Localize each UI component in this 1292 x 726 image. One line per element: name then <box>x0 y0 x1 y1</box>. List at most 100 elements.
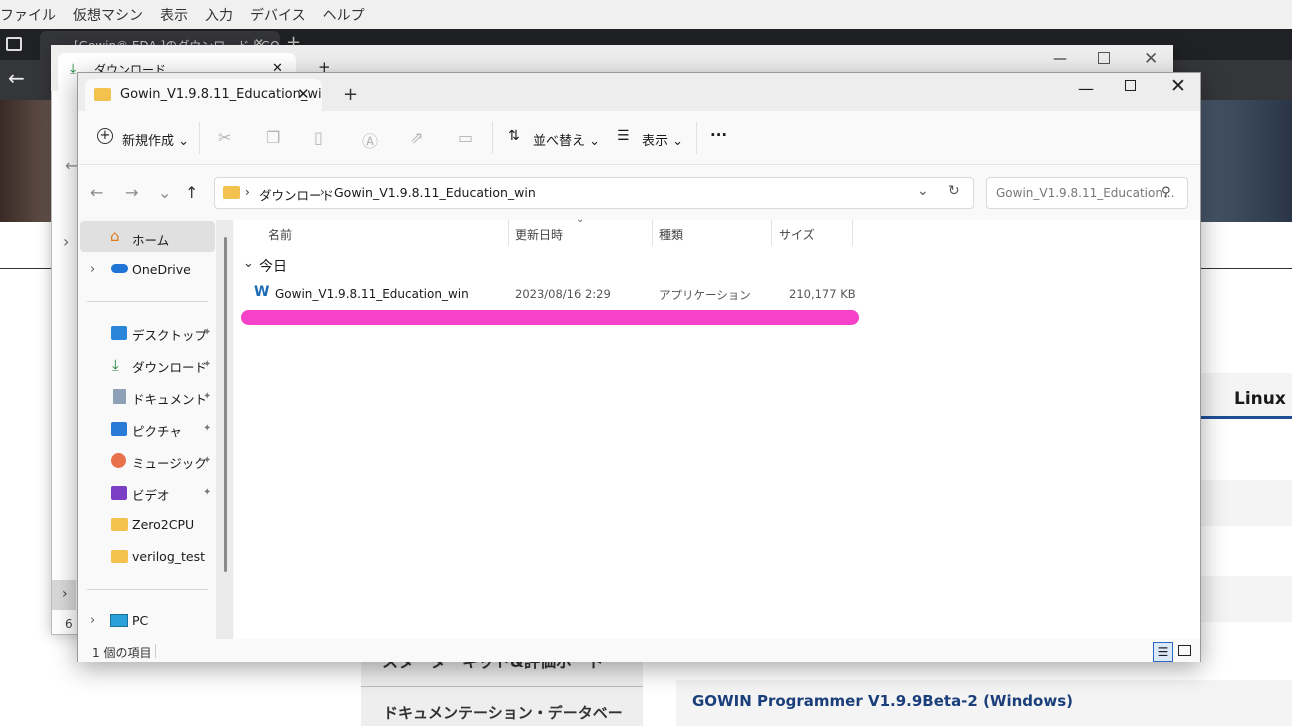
menu-file[interactable]: ファイル <box>0 5 56 25</box>
chevron-right-icon[interactable]: › <box>90 613 95 628</box>
recent-chevron-icon[interactable]: ⌄ <box>158 183 171 202</box>
column-header-size[interactable]: サイズ <box>779 226 815 243</box>
home-icon: ⌂ <box>110 227 120 245</box>
breadcrumb-item[interactable]: Gowin_V1.9.8.11_Education_win <box>334 185 536 200</box>
nav-item-downloads[interactable]: ダウンロード <box>132 357 207 376</box>
status-count: 6 <box>65 617 73 631</box>
chevron-right-icon[interactable]: › <box>245 185 250 199</box>
search-input[interactable]: Gowin_V1.9.8.11_Education... <box>986 177 1188 209</box>
minimize-button[interactable]: — <box>1053 51 1067 67</box>
view-icon: ☰ <box>617 128 630 144</box>
back-arrow-icon[interactable]: ← <box>90 183 103 202</box>
pin-icon: ✦ <box>203 455 212 466</box>
video-icon <box>111 486 127 500</box>
nav-item-selected[interactable]: › <box>52 580 76 610</box>
copy-icon[interactable]: ❐ <box>266 128 280 147</box>
table-row <box>1200 576 1292 622</box>
maximize-button[interactable] <box>1098 52 1110 64</box>
chevron-right-icon[interactable]: › <box>63 232 69 251</box>
menu-view[interactable]: 表示 <box>160 5 188 25</box>
close-button[interactable]: ✕ <box>1170 75 1186 97</box>
download-icon: ⤓ <box>112 356 119 374</box>
pin-icon: ✦ <box>203 359 212 370</box>
tab-actions-icon[interactable] <box>6 37 22 51</box>
scrollbar-thumb[interactable] <box>224 237 227 572</box>
folder-icon <box>111 550 128 563</box>
download-icon: ⤓ <box>70 61 77 77</box>
column-header-modified[interactable]: 更新日時 <box>515 226 563 243</box>
divider <box>361 686 643 687</box>
minimize-button[interactable]: — <box>1078 79 1094 98</box>
new-label: 新規作成 <box>122 134 175 149</box>
column-separator[interactable] <box>852 220 853 246</box>
back-arrow-icon[interactable]: ← <box>8 66 25 90</box>
desktop-icon <box>111 326 127 340</box>
refresh-icon[interactable]: ↻ <box>948 183 960 199</box>
file-modified: 2023/08/16 2:29 <box>515 287 611 301</box>
status-bar <box>78 639 1200 662</box>
file-name: Gowin_V1.9.8.11_Education_win <box>275 287 469 301</box>
divider <box>87 589 208 590</box>
tiles-view-button[interactable] <box>1178 645 1191 656</box>
maximize-button[interactable] <box>1125 80 1136 91</box>
search-icon: ⚲ <box>1161 185 1171 200</box>
close-button[interactable]: ✕ <box>1144 49 1158 69</box>
menu-input[interactable]: 入力 <box>205 5 233 25</box>
pin-icon: ✦ <box>203 391 212 402</box>
file-size: 210,177 KB <box>789 287 856 301</box>
programmer-download-link[interactable]: GOWIN Programmer V1.9.9Beta-2 (Windows) <box>692 692 1073 710</box>
nav-item-pc[interactable]: PC <box>132 613 148 628</box>
folder-icon <box>94 88 111 101</box>
nav-item-desktop[interactable]: デスクトップ <box>132 325 207 344</box>
column-separator[interactable] <box>508 220 509 246</box>
pin-icon: ✦ <box>203 487 212 498</box>
separator <box>199 122 200 154</box>
group-header[interactable]: 今日 <box>259 256 287 276</box>
group-chevron-icon[interactable]: ⌄ <box>243 256 254 271</box>
view-button[interactable]: 表示 ⌄ <box>642 130 683 149</box>
side-menu-item[interactable]: ドキュメンテーション・データベー <box>383 702 623 723</box>
cut-icon[interactable]: ✂ <box>218 128 231 147</box>
delete-icon[interactable]: ▭ <box>458 128 473 147</box>
cloud-icon <box>111 264 128 273</box>
up-arrow-icon[interactable]: ↑ <box>185 183 198 202</box>
nav-item-music[interactable]: ミュージック <box>132 453 207 472</box>
sort-button[interactable]: 並べ替え ⌄ <box>533 130 600 149</box>
nav-item-documents[interactable]: ドキュメント <box>132 389 207 408</box>
document-icon <box>113 389 126 404</box>
nav-label-home: ホーム <box>132 233 170 248</box>
pin-icon: ✦ <box>203 327 212 338</box>
nav-item-pictures[interactable]: ピクチャ <box>132 421 182 440</box>
new-button[interactable]: 新規作成 ⌄ <box>122 130 189 149</box>
paste-icon[interactable]: ▯ <box>314 128 323 147</box>
tab-linux[interactable]: Linux ソ <box>1200 373 1292 419</box>
folder-icon <box>223 186 240 199</box>
explorer-tab[interactable]: Gowin_V1.9.8.11_Education_win <box>85 79 322 111</box>
pc-icon <box>110 614 128 627</box>
nav-item-folder[interactable]: verilog_test <box>132 549 205 564</box>
nav-item-videos[interactable]: ビデオ <box>132 485 170 504</box>
add-icon: + <box>97 128 113 144</box>
nav-item-folder[interactable]: Zero2CPU <box>132 517 194 532</box>
chevron-down-icon[interactable]: ⌄ <box>917 183 929 199</box>
details-view-button[interactable]: ☰ <box>1153 642 1173 662</box>
column-header-name[interactable]: 名前 <box>268 226 292 243</box>
column-separator[interactable] <box>771 220 772 246</box>
chevron-right-icon[interactable]: › <box>90 262 95 277</box>
more-button[interactable]: ··· <box>710 126 727 144</box>
nav-item-onedrive[interactable]: OneDrive <box>132 262 191 277</box>
menu-help[interactable]: ヘルプ <box>323 5 365 25</box>
menu-vm[interactable]: 仮想マシン <box>73 5 143 25</box>
menu-devices[interactable]: デバイス <box>250 5 306 25</box>
share-icon[interactable]: ⇗ <box>410 128 423 147</box>
column-separator[interactable] <box>652 220 653 246</box>
forward-arrow-icon[interactable]: → <box>125 183 138 202</box>
divider <box>87 301 208 302</box>
chevron-right-icon[interactable]: › <box>320 185 325 199</box>
file-type: アプリケーション <box>659 288 751 302</box>
new-tab-button[interactable]: + <box>343 84 358 105</box>
rename-icon[interactable]: Ⓐ <box>362 128 378 152</box>
close-tab-icon[interactable]: ✕ <box>297 85 310 103</box>
column-header-type[interactable]: 種類 <box>659 226 683 243</box>
music-icon <box>111 453 126 468</box>
